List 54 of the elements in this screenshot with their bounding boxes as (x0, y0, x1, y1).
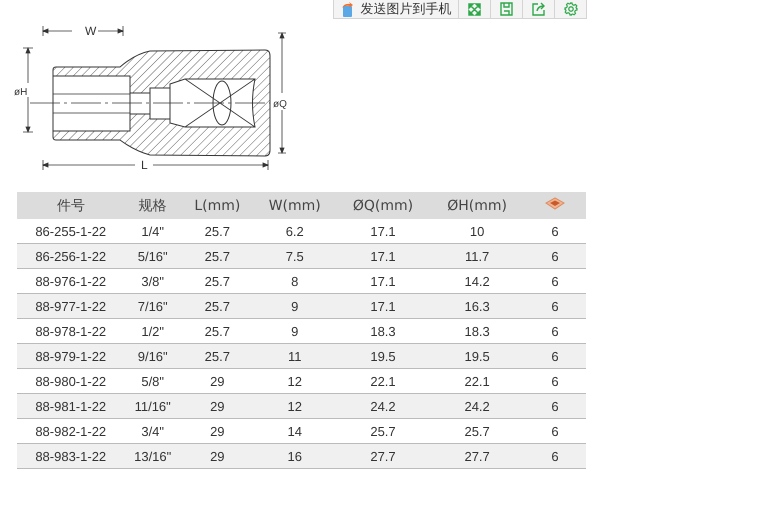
table-cell: 6 (524, 394, 586, 418)
table-cell: 5/16" (124, 244, 181, 268)
save-icon (500, 2, 513, 16)
h-diameter-label: øH (14, 87, 28, 98)
column-header: L(mm) (180, 192, 254, 219)
column-header: ØH(mm) (430, 192, 524, 219)
table-cell: 11/16" (124, 394, 181, 418)
table-cell: 19.5 (430, 344, 524, 368)
column-header: ØQ(mm) (336, 192, 430, 219)
save-button[interactable] (491, 0, 523, 19)
table-cell: 25.7 (180, 344, 254, 368)
table-cell: 27.7 (336, 444, 430, 468)
length-label: L (141, 158, 148, 172)
table-cell: 16 (254, 444, 336, 468)
table-cell: 24.2 (430, 394, 524, 418)
settings-button[interactable] (555, 0, 587, 19)
table-cell: 6 (524, 244, 586, 268)
table-cell: 24.2 (336, 394, 430, 418)
table-cell: 13/16" (124, 444, 181, 468)
table-cell: 7.5 (254, 244, 336, 268)
table-cell: 6 (524, 344, 586, 368)
table-cell: 16.3 (430, 294, 524, 318)
table-cell: 11 (254, 344, 336, 368)
table-cell: 17.1 (336, 294, 430, 318)
table-cell: 27.7 (430, 444, 524, 468)
table-cell: 88-983-1-22 (17, 444, 124, 468)
phone-icon (340, 2, 354, 16)
table-cell: 19.5 (336, 344, 430, 368)
share-button[interactable] (523, 0, 555, 19)
table-cell: 12 (254, 394, 336, 418)
table-cell: 29 (180, 444, 254, 468)
settings-icon (564, 2, 578, 16)
table-cell: 88-981-1-22 (17, 394, 124, 418)
table-cell: 6 (524, 294, 586, 318)
column-header: W(mm) (254, 192, 336, 219)
table-cell: 9 (254, 294, 336, 318)
fullscreen-button[interactable] (459, 0, 491, 19)
width-label: W (85, 24, 96, 38)
table-cell: 88-979-1-22 (17, 344, 124, 368)
table-cell: 25.7 (180, 294, 254, 318)
column-header: 规格 (124, 192, 181, 219)
table-cell: 6 (524, 444, 586, 468)
table-cell: 17.1 (336, 244, 430, 268)
q-diameter-label: øQ (273, 99, 287, 110)
table-cell: 25.7 (180, 244, 254, 268)
table-cell: 7/16" (124, 294, 181, 318)
share-icon (532, 2, 546, 16)
table-cell: 11.7 (430, 244, 524, 268)
table-cell: 86-256-1-22 (17, 244, 124, 268)
table-cell: 29 (180, 394, 254, 418)
table-cell: 88-977-1-22 (17, 294, 124, 318)
send-to-phone-button[interactable]: 发送图片到手机 (333, 0, 459, 19)
column-header: 件号 (17, 192, 124, 219)
table-cell: 9/16" (124, 344, 181, 368)
